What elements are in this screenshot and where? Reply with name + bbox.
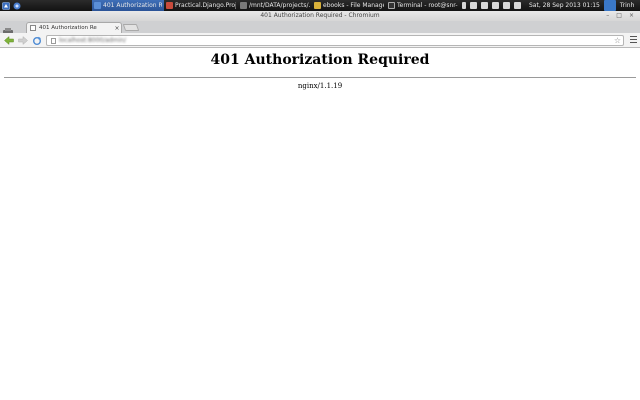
window-titlebar[interactable]: 401 Authorization Required - Chromium – … xyxy=(0,11,640,21)
editor-icon xyxy=(240,2,247,9)
server-signature: nginx/1.1.19 xyxy=(297,82,343,90)
volume-icon[interactable] xyxy=(481,2,488,9)
forward-arrow-icon[interactable] xyxy=(17,35,29,46)
page-content: 401 Authorization Required nginx/1.1.19 xyxy=(0,48,640,400)
task-label: Practical.Django.Proj... xyxy=(175,2,236,9)
terminal-icon xyxy=(388,2,395,9)
window-title: 401 Authorization Required - Chromium xyxy=(260,12,380,19)
taskbar-task-browser[interactable]: 401 Authorization Re... xyxy=(92,0,164,11)
system-taskbar: 401 Authorization Re... Practical.Django… xyxy=(0,0,640,11)
notification-icon[interactable] xyxy=(603,0,616,11)
tab-strip: 401 Authorization Re × xyxy=(0,21,640,36)
task-label: ebooks - File Manager xyxy=(323,2,384,9)
taskbar-task-file-manager[interactable]: ebooks - File Manager xyxy=(312,0,386,11)
browser-toolbar: localhost:8000/admin/ ☆ xyxy=(0,33,640,48)
task-label: 401 Authorization Re... xyxy=(103,2,162,9)
taskbar-task-editor[interactable]: /mnt/DATA/projects/... xyxy=(238,0,312,11)
wifi-icon[interactable] xyxy=(514,2,521,9)
task-label: Terminal - root@snr-... xyxy=(397,2,458,9)
battery-icon[interactable] xyxy=(462,2,466,9)
address-bar[interactable]: localhost:8000/admin/ ☆ xyxy=(46,35,624,46)
page-favicon-icon xyxy=(30,25,36,31)
browser-menu-icon[interactable] xyxy=(630,36,637,44)
page-icon xyxy=(51,38,56,44)
taskbar-task-terminal[interactable]: Terminal - root@snr-... xyxy=(386,0,460,11)
app-launcher-icon[interactable] xyxy=(0,0,11,11)
reload-icon[interactable] xyxy=(31,35,43,46)
tab-title: 401 Authorization Re xyxy=(39,25,97,31)
folder-icon xyxy=(314,2,321,9)
user-menu[interactable]: Trinh xyxy=(620,0,635,11)
back-arrow-icon[interactable] xyxy=(3,35,15,46)
incognito-icon xyxy=(2,22,14,36)
url-text[interactable]: localhost:8000/admin/ xyxy=(59,36,126,46)
minimize-button[interactable]: – xyxy=(606,11,609,21)
maximize-button[interactable]: □ xyxy=(616,11,622,21)
tab-close-icon[interactable]: × xyxy=(113,25,121,32)
bluetooth-icon[interactable] xyxy=(492,2,499,9)
tab-active[interactable]: 401 Authorization Re × xyxy=(26,22,122,33)
divider xyxy=(4,77,636,78)
dropbox-icon[interactable] xyxy=(503,2,510,9)
task-label: /mnt/DATA/projects/... xyxy=(249,2,310,9)
browser-launcher-icon[interactable] xyxy=(11,0,22,11)
error-heading: 401 Authorization Required xyxy=(210,52,430,68)
network-icon[interactable] xyxy=(470,2,477,9)
taskbar-task-pdf[interactable]: Practical.Django.Proj... xyxy=(164,0,238,11)
close-window-button[interactable]: × xyxy=(629,11,634,21)
new-tab-button[interactable] xyxy=(122,24,140,31)
clock[interactable]: Sat, 28 Sep 2013 01:15 xyxy=(529,0,600,11)
browser-icon xyxy=(94,2,101,9)
system-tray xyxy=(460,0,523,11)
bookmark-star-icon[interactable]: ☆ xyxy=(614,36,621,46)
pdf-icon xyxy=(166,2,173,9)
